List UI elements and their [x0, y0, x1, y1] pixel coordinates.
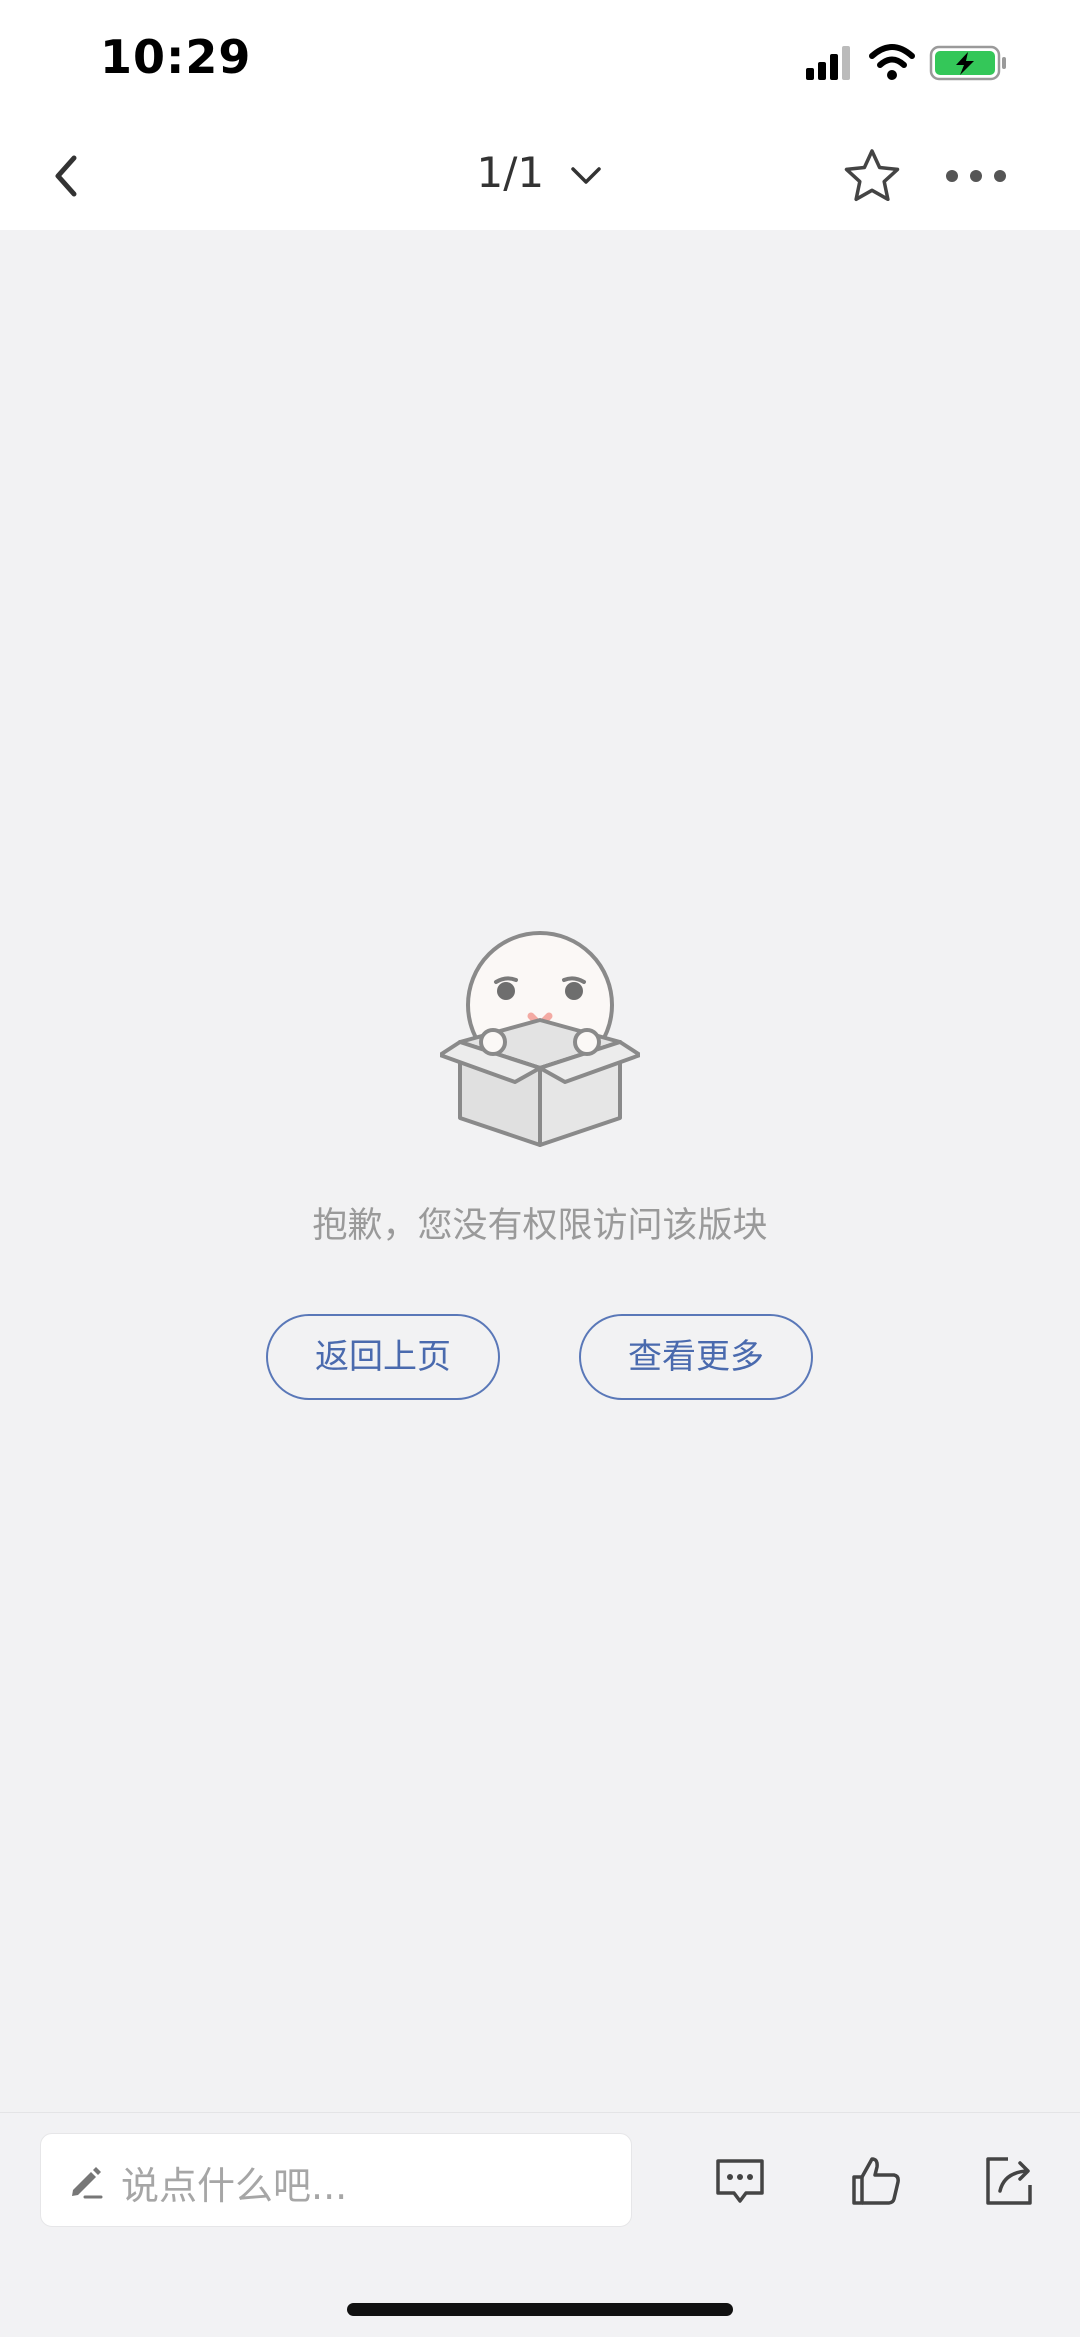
wifi-icon [869, 44, 915, 80]
favorite-button[interactable] [840, 144, 904, 208]
pen-icon [72, 2167, 103, 2199]
battery-charging-icon [929, 45, 1006, 81]
like-button[interactable] [848, 2153, 904, 2209]
go-back-button[interactable]: 返回上页 [266, 1314, 500, 1400]
view-more-button[interactable]: 查看更多 [579, 1314, 813, 1400]
page-indicator: 1/1 [476, 148, 545, 197]
status-icons [804, 40, 1014, 84]
more-button[interactable] [944, 144, 1008, 208]
character-in-box-illustration [438, 930, 642, 1154]
bottom-bar: 说点什么吧... [0, 2112, 1080, 2337]
comment-placeholder: 说点什么吧... [121, 2164, 348, 2208]
comment-button[interactable] [712, 2153, 768, 2209]
status-bar: 10:29 [0, 0, 1080, 124]
share-button[interactable] [982, 2153, 1038, 2209]
comment-input[interactable]: 说点什么吧... [40, 2133, 632, 2227]
more-dots-icon [946, 170, 1006, 182]
share-icon [986, 2157, 1032, 2205]
thumbs-up-icon [852, 2157, 900, 2205]
star-icon [844, 149, 900, 202]
page-selector[interactable]: 1/1 [430, 148, 650, 197]
signal-icon [806, 46, 850, 80]
status-time: 10:29 [100, 30, 252, 84]
screen: 10:29 1/1 抱歉，您没有权限访问该版块 返回上页 查看更多 说点什么吧.… [0, 0, 1080, 2337]
back-button[interactable] [36, 144, 100, 208]
home-indicator [347, 2303, 733, 2316]
chevron-down-icon [571, 166, 602, 184]
nav-bar: 1/1 [0, 124, 1080, 230]
comment-icon [716, 2159, 764, 2203]
empty-state-message: 抱歉，您没有权限访问该版块 [312, 1206, 768, 1246]
chevron-left-icon [55, 155, 77, 197]
